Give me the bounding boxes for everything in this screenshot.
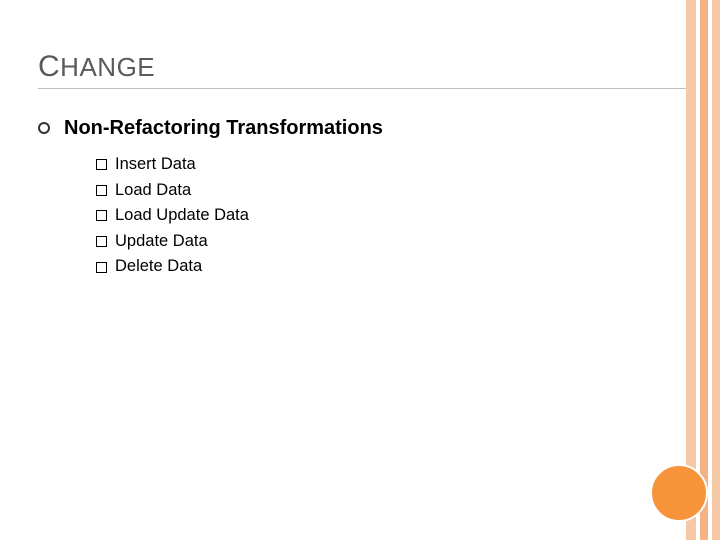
decor-stripe	[700, 0, 708, 540]
section-heading: Non-Refactoring Transformations	[64, 117, 383, 140]
list-item: Insert Data	[96, 152, 686, 178]
list-item: Delete Data	[96, 254, 686, 280]
decor-stripe	[712, 0, 720, 540]
item-list: Insert Data Load Data Load Update Data U…	[96, 152, 686, 280]
section-row: Non-Refactoring Transformations	[38, 117, 686, 140]
checkbox-icon	[96, 210, 107, 221]
item-label: Load Data	[115, 178, 191, 204]
list-item: Load Data	[96, 178, 686, 204]
checkbox-icon	[96, 159, 107, 170]
ring-bullet-icon	[38, 122, 50, 134]
decor-stripe	[686, 0, 696, 540]
slide-title: CHANGE	[38, 50, 686, 89]
checkbox-icon	[96, 262, 107, 273]
item-label: Insert Data	[115, 152, 196, 178]
decor-circle-icon	[650, 464, 708, 522]
list-item: Load Update Data	[96, 203, 686, 229]
title-rest: HANGE	[60, 52, 155, 82]
item-label: Update Data	[115, 229, 208, 255]
slide: CHANGE Non-Refactoring Transformations I…	[0, 0, 720, 540]
checkbox-icon	[96, 185, 107, 196]
item-label: Load Update Data	[115, 203, 249, 229]
title-cap: C	[38, 50, 60, 83]
item-label: Delete Data	[115, 254, 202, 280]
list-item: Update Data	[96, 229, 686, 255]
checkbox-icon	[96, 236, 107, 247]
